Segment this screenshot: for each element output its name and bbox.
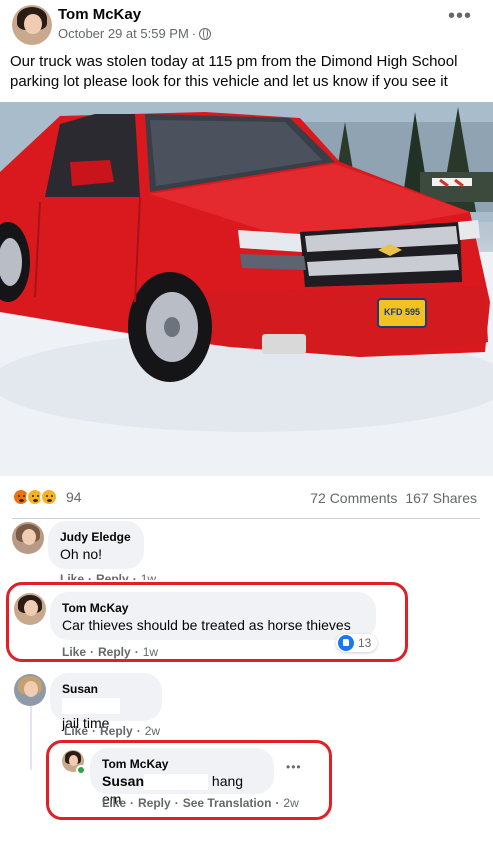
divider [12, 518, 480, 519]
like-button[interactable]: Like [64, 724, 88, 738]
comment-bubble: Susan jail time [50, 673, 162, 731]
comment-time[interactable]: 2w [283, 796, 298, 810]
comment-author[interactable]: Susan [62, 681, 150, 714]
see-translation-link[interactable]: See Translation [183, 796, 272, 810]
comment-actions: Like · Reply · 1w [60, 572, 157, 580]
comment-like-count[interactable]: 13 [336, 634, 378, 652]
comment-time[interactable]: 1w [143, 645, 158, 659]
comment-avatar[interactable] [14, 674, 46, 706]
comment-text: Oh no! [60, 546, 103, 562]
comment-author[interactable]: Tom McKay [62, 600, 364, 616]
sad-icon [40, 488, 58, 506]
post-timestamp[interactable]: October 29 at 5:59 PM [58, 26, 189, 41]
author-avatar[interactable] [12, 5, 52, 45]
comment-avatar[interactable] [12, 522, 44, 554]
like-button[interactable]: Like [62, 645, 86, 659]
comment-options-button[interactable]: ••• [286, 760, 302, 774]
post-author-name[interactable]: Tom McKay [58, 6, 141, 23]
mention-link[interactable]: Susan [102, 773, 144, 789]
comment-actions: Like · Reply · 2w [64, 724, 161, 738]
license-plate-text: KFD 595 [383, 307, 420, 317]
post-photo[interactable]: KFD 595 [0, 102, 493, 476]
redacted-name [144, 774, 209, 791]
comment-actions: Like · Reply · See Translation · 2w [102, 796, 299, 810]
like-icon [338, 635, 354, 651]
like-button[interactable]: Like [60, 572, 84, 580]
globe-icon[interactable] [199, 27, 212, 40]
reply-button[interactable]: Reply [96, 572, 129, 580]
reaction-count: 94 [66, 489, 82, 505]
thread-line [30, 705, 32, 770]
post-text: Our truck was stolen today at 115 pm fro… [10, 53, 458, 90]
comment-author[interactable]: Tom McKay [102, 756, 262, 772]
comment-bubble: Tom McKay Susan hang em [90, 748, 274, 807]
comment-time[interactable]: 2w [145, 724, 160, 738]
reply-button[interactable]: Reply [100, 724, 133, 738]
post-options-button[interactable]: ••• [448, 6, 472, 26]
comment-time[interactable]: 1w [141, 572, 156, 580]
post-meta: October 29 at 5:59 PM · [58, 26, 212, 41]
post-stats: 72 Comments 167 Shares [310, 490, 477, 506]
comment-text: Car thieves should be treated as horse t… [62, 617, 351, 633]
comment-avatar[interactable] [14, 593, 46, 625]
like-button[interactable]: Like [102, 796, 126, 810]
comments-count-link[interactable]: 72 Comments [310, 490, 397, 506]
post-header: Tom McKay October 29 at 5:59 PM · ••• [12, 5, 482, 45]
shares-count-link[interactable]: 167 Shares [405, 490, 477, 506]
redacted-name [62, 697, 120, 714]
comment-bubble: Judy Eledge Oh no! [48, 521, 144, 569]
comment-author[interactable]: Judy Eledge [60, 529, 132, 545]
reply-button[interactable]: Reply [98, 645, 131, 659]
reaction-summary[interactable]: 94 [12, 488, 82, 506]
reply-button[interactable]: Reply [138, 796, 171, 810]
comment-actions: Like · Reply · 1w [62, 645, 159, 659]
online-status-icon [76, 765, 86, 775]
comment-bubble: Tom McKay Car thieves should be treated … [50, 592, 376, 640]
